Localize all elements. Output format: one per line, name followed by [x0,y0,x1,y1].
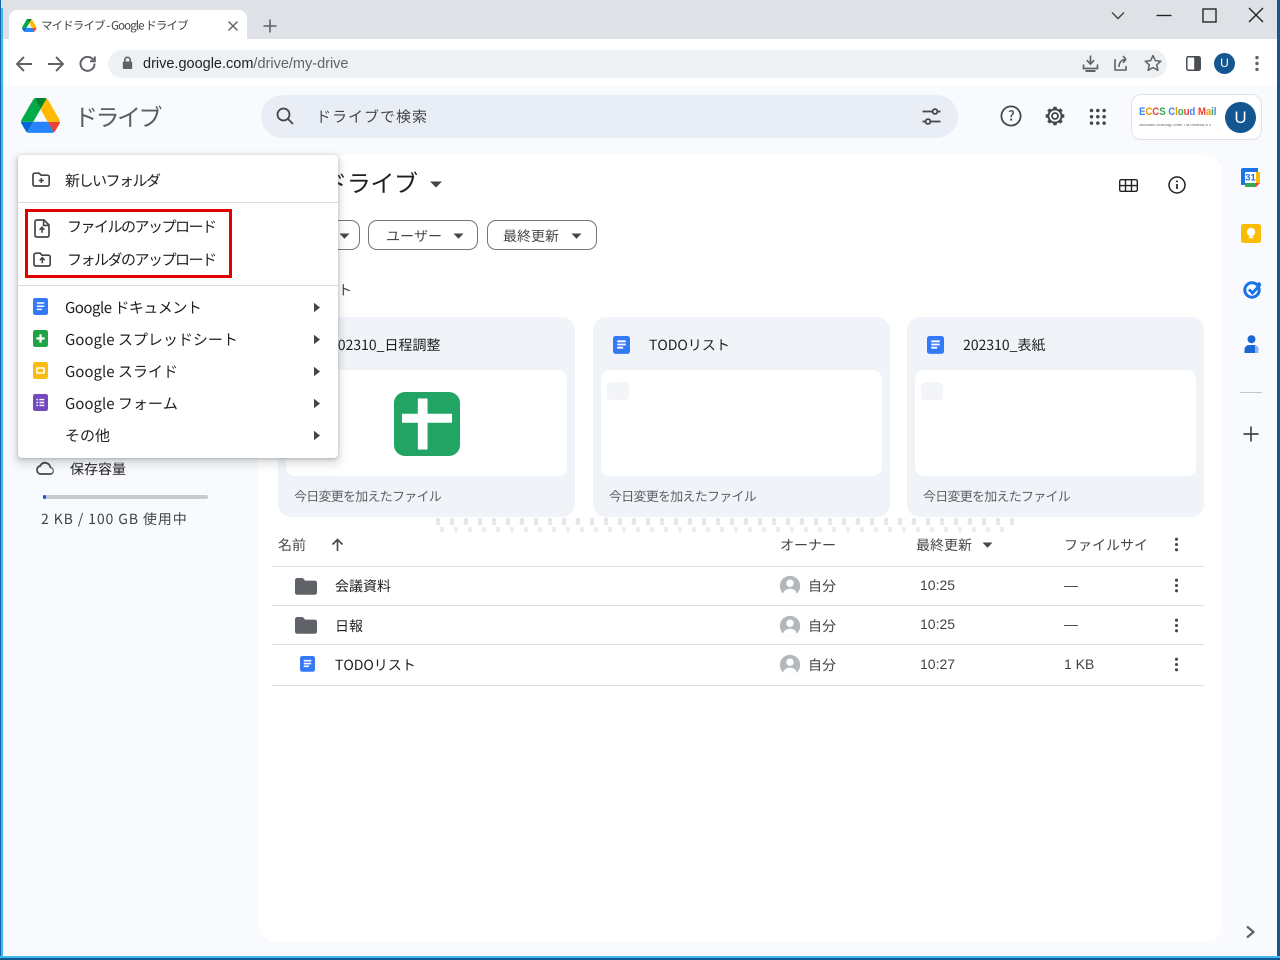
svg-text:31: 31 [1245,173,1256,184]
